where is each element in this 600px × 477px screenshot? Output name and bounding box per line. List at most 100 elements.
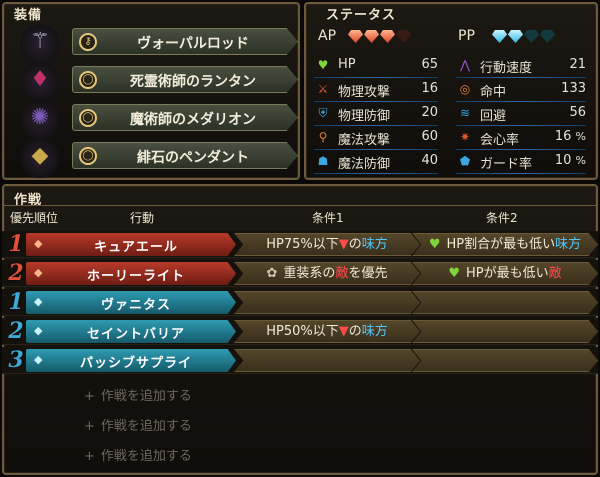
armor-icon: ⛨ bbox=[318, 106, 328, 120]
status-title: ステータス bbox=[326, 8, 397, 23]
condition-text: HP50%以下 bbox=[266, 324, 339, 339]
equipment-name: ヴォーパルロッド bbox=[137, 36, 249, 52]
condition-cond2[interactable]: ♥ HP割合が最も低い味方 bbox=[412, 233, 598, 256]
priority-number: 1 bbox=[8, 289, 24, 315]
condition-text: HP75%以下 bbox=[266, 237, 339, 252]
pp-gem-icon bbox=[492, 30, 507, 43]
tactics-divider bbox=[4, 205, 596, 206]
heart-icon: ♥ bbox=[317, 58, 329, 72]
equipment-slot-bar[interactable]: ◯ 緋石のペンダント bbox=[72, 142, 298, 169]
ring-icon: ◯ bbox=[79, 147, 97, 165]
sword-icon: ⚔ bbox=[317, 82, 329, 96]
pp-label: PP bbox=[458, 28, 475, 44]
priority-number: 1 bbox=[8, 231, 24, 257]
stat-underline bbox=[314, 173, 438, 174]
priority-number: 2 bbox=[8, 260, 24, 286]
pp-gem-icon bbox=[540, 30, 555, 43]
add-tactic-button[interactable]: + 作戦を追加する bbox=[84, 385, 192, 404]
condition-cond2-empty[interactable] bbox=[412, 349, 598, 372]
condition-cond2[interactable]: ♥ HPが最も低い敵 bbox=[412, 262, 598, 285]
evasion-icon: ≋ bbox=[459, 106, 471, 120]
heavy-armor-icon: ✿ bbox=[266, 266, 278, 281]
stat-underline bbox=[456, 173, 586, 174]
add-tactic-label: 作戦を追加する bbox=[100, 419, 192, 434]
condition-cond1[interactable]: HP75%以下▼の味方 bbox=[234, 233, 420, 256]
condition-suffix: を優先 bbox=[348, 266, 388, 281]
plus-icon: + bbox=[84, 419, 95, 434]
stat-row: ✷ 会心率 16 % bbox=[456, 126, 586, 150]
add-tactic-button[interactable]: + 作戦を追加する bbox=[84, 415, 192, 434]
stat-row: ⬟ ガード率 10 % bbox=[456, 150, 586, 174]
action-button[interactable]: ◆ セイントバリア bbox=[26, 320, 236, 343]
condition-cond2-empty[interactable] bbox=[412, 291, 598, 314]
ring-icon: ◯ bbox=[79, 71, 97, 89]
condition-cond1[interactable]: ✿ 重装系の敵を優先 bbox=[234, 262, 420, 285]
condition-target: 敵 bbox=[335, 266, 349, 281]
action-button[interactable]: ◆ パッシブサプライ bbox=[26, 349, 236, 372]
stat-row: ⚔ 物理攻撃 16 bbox=[314, 78, 438, 102]
add-tactic-button[interactable]: + 作戦を追加する bbox=[84, 445, 192, 464]
condition-target: 味方 bbox=[361, 237, 388, 252]
pendant-icon: ◆ bbox=[20, 138, 60, 178]
stat-value: 133 bbox=[561, 81, 586, 96]
ap-gems bbox=[348, 28, 412, 47]
stat-row: ♥ HP 65 bbox=[314, 54, 438, 78]
tactic-row[interactable]: 2 ◆ セイントバリア HP50%以下▼の味方 bbox=[2, 318, 598, 345]
condition-text: 重装系の bbox=[283, 266, 336, 281]
condition-cond1-empty[interactable] bbox=[234, 349, 420, 372]
target-icon: ◎ bbox=[459, 82, 471, 96]
condition-particle: の bbox=[348, 324, 362, 339]
header-cond1: 条件1 bbox=[312, 211, 344, 225]
stat-value: 16 % bbox=[554, 129, 586, 144]
stat-label: 魔法攻撃 bbox=[338, 133, 391, 148]
condition-target: 敵 bbox=[548, 266, 562, 281]
action-name: キュアエール bbox=[94, 240, 178, 255]
tactic-row[interactable]: 3 ◆ パッシブサプライ bbox=[2, 347, 598, 374]
equipment-row[interactable]: ✺ ◯ 魔術師のメダリオン bbox=[20, 100, 298, 140]
header-cond2: 条件2 bbox=[486, 211, 518, 225]
action-button[interactable]: ◆ ヴァニタス bbox=[26, 291, 236, 314]
tactic-row[interactable]: 1 ◆ キュアエール HP75%以下▼の味方 ♥ HP割合が最も低い味方 bbox=[2, 231, 598, 258]
stat-label: HP bbox=[338, 57, 356, 72]
tactic-row[interactable]: 2 ◆ ホーリーライト ✿ 重装系の敵を優先 ♥ HPが最も低い敵 bbox=[2, 260, 598, 287]
stat-row: ⚲ 魔法攻撃 60 bbox=[314, 126, 438, 150]
condition-cond1-empty[interactable] bbox=[234, 291, 420, 314]
add-tactic-label: 作戦を追加する bbox=[100, 389, 192, 404]
down-arrow-icon: ▼ bbox=[338, 237, 349, 252]
equipment-row[interactable]: ◆ ◯ 緋石のペンダント bbox=[20, 138, 298, 178]
stat-value: 21 bbox=[569, 57, 586, 72]
equipment-slot-bar[interactable]: ⚷ ヴォーパルロッド bbox=[72, 28, 298, 55]
condition-cond1[interactable]: HP50%以下▼の味方 bbox=[234, 320, 420, 343]
condition-text: HP割合が最も低い bbox=[446, 237, 556, 252]
stat-label: 命中 bbox=[480, 85, 507, 100]
stat-label: ガード率 bbox=[480, 157, 533, 172]
robe-icon: ☗ bbox=[317, 154, 329, 168]
stat-value: 65 bbox=[421, 57, 438, 72]
header-action: 行動 bbox=[130, 211, 155, 225]
add-tactic-label: 作戦を追加する bbox=[100, 449, 192, 464]
stat-value: 56 bbox=[569, 105, 586, 120]
priority-number: 2 bbox=[8, 318, 24, 344]
stat-row: ⛨ 物理防御 20 bbox=[314, 102, 438, 126]
stat-row: ☗ 魔法防御 40 bbox=[314, 150, 438, 174]
tactic-row[interactable]: 1 ◆ ヴァニタス bbox=[2, 289, 598, 316]
stat-unit: % bbox=[575, 154, 586, 167]
equipment-row[interactable]: ⚚ ⚷ ヴォーパルロッド bbox=[20, 24, 298, 64]
stat-label: 回避 bbox=[480, 109, 507, 124]
stat-unit: % bbox=[575, 130, 586, 143]
equipment-slot-bar[interactable]: ◯ 死霊術師のランタン bbox=[72, 66, 298, 93]
stat-label: 物理防御 bbox=[338, 109, 391, 124]
condition-text: HPが最も低い bbox=[466, 266, 549, 281]
critical-icon: ✷ bbox=[459, 130, 471, 144]
condition-cond2-empty[interactable] bbox=[412, 320, 598, 343]
medallion-icon: ✺ bbox=[20, 100, 60, 140]
action-name: ホーリーライト bbox=[86, 269, 185, 284]
stat-row: ◎ 命中 133 bbox=[456, 78, 586, 102]
equipment-row[interactable]: ♦ ◯ 死霊術師のランタン bbox=[20, 62, 298, 102]
action-button[interactable]: ◆ ホーリーライト bbox=[26, 262, 236, 285]
equipment-title: 装備 bbox=[14, 8, 43, 23]
equipment-slot-bar[interactable]: ◯ 魔術師のメダリオン bbox=[72, 104, 298, 131]
stat-value: 60 bbox=[421, 129, 438, 144]
stat-row: ≋ 回避 56 bbox=[456, 102, 586, 126]
action-button[interactable]: ◆ キュアエール bbox=[26, 233, 236, 256]
